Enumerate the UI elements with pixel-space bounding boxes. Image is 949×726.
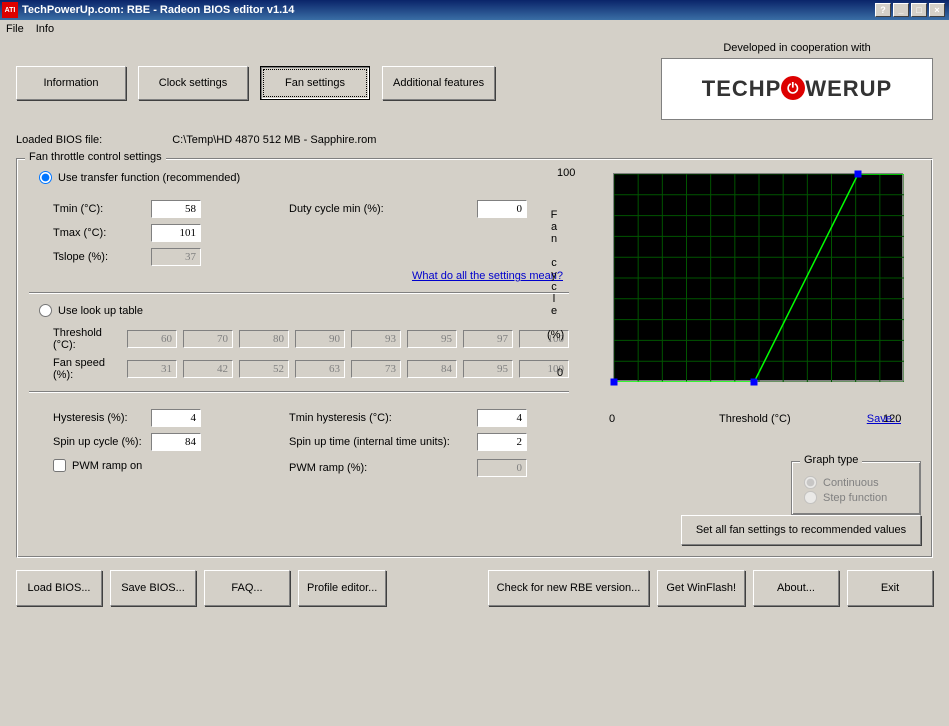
group-title: Fan throttle control settings: [25, 151, 166, 163]
loaded-bios-label: Loaded BIOS file:: [16, 134, 102, 146]
logo-area: Developed in cooperation with TECHP⏻WERU…: [661, 42, 933, 120]
threshold-input-4: [351, 330, 401, 348]
hysteresis-input[interactable]: [151, 409, 201, 427]
title-bar: ATI TechPowerUp.com: RBE - Radeon BIOS e…: [0, 0, 949, 20]
power-icon: ⏻: [781, 76, 805, 100]
tmax-input[interactable]: [151, 224, 201, 242]
threshold-input-3: [295, 330, 345, 348]
fanspeed-input-1: [183, 360, 233, 378]
radio-lookup-label: Use look up table: [58, 305, 143, 317]
fanspeed-input-6: [463, 360, 513, 378]
tmin-hyst-input[interactable]: [477, 409, 527, 427]
logo-left: TECHP: [702, 76, 782, 101]
menu-bar: File Info: [0, 20, 949, 38]
spin-time-label: Spin up time (internal time units):: [289, 436, 469, 448]
graph-type-group: Graph type Continuous Step function: [791, 461, 921, 515]
fanspeed-input-5: [407, 360, 457, 378]
logo-right: WERUP: [805, 76, 892, 101]
threshold-input-6: [463, 330, 513, 348]
techpowerup-logo: TECHP⏻WERUP: [661, 58, 933, 120]
tab-additional-features[interactable]: Additional features: [382, 66, 495, 100]
help-link[interactable]: What do all the settings mean?: [412, 270, 563, 282]
radio-transfer-function[interactable]: [39, 171, 52, 184]
faq-button[interactable]: FAQ...: [204, 570, 290, 606]
duty-label: Duty cycle min (%):: [289, 203, 469, 215]
fanspeed-input-4: [351, 360, 401, 378]
tmin-input[interactable]: [151, 200, 201, 218]
tslope-label: Tslope (%):: [53, 251, 143, 263]
maximize-button[interactable]: □: [911, 3, 927, 17]
radio-transfer-label: Use transfer function (recommended): [58, 172, 240, 184]
fan-throttle-group: Fan throttle control settings Use transf…: [16, 158, 933, 558]
spin-time-input[interactable]: [477, 433, 527, 451]
set-recommended-button[interactable]: Set all fan settings to recommended valu…: [681, 515, 921, 545]
fanspeed-input-0: [127, 360, 177, 378]
threshold-input-0: [127, 330, 177, 348]
loaded-bios-path: C:\Temp\HD 4870 512 MB - Sapphire.rom: [172, 134, 376, 146]
fanspeed-label: Fan speed (%):: [53, 357, 127, 381]
fanspeed-input-3: [295, 360, 345, 378]
logo-caption: Developed in cooperation with: [661, 42, 933, 54]
chart-point: [611, 379, 618, 386]
threshold-input-1: [183, 330, 233, 348]
radio-step: [804, 491, 817, 504]
tab-information[interactable]: Information: [16, 66, 126, 100]
tab-fan-settings[interactable]: Fan settings: [260, 66, 370, 100]
y-tick-0: 0: [557, 367, 563, 379]
pwm-ramp-label: PWM ramp (%):: [289, 462, 469, 474]
pwm-ramp-input: [477, 459, 527, 477]
tmin-label: Tmin (°C):: [53, 203, 143, 215]
save-bios-button[interactable]: Save BIOS...: [110, 570, 196, 606]
window-title: TechPowerUp.com: RBE - Radeon BIOS edito…: [22, 4, 875, 16]
y-tick-100: 100: [557, 167, 575, 179]
step-label: Step function: [823, 492, 887, 504]
help-button[interactable]: ?: [875, 3, 891, 17]
chart-point: [855, 171, 862, 178]
fan-curve-chart: F a n c y c l e (%) 100 0 0 Threshold (°…: [579, 169, 925, 407]
tmax-label: Tmax (°C):: [53, 227, 143, 239]
x-axis-title: Threshold (°C): [719, 413, 791, 425]
fanspeed-input-2: [239, 360, 289, 378]
get-winflash-button[interactable]: Get WinFlash!: [657, 570, 745, 606]
continuous-label: Continuous: [823, 477, 879, 489]
spin-cycle-label: Spin up cycle (%):: [53, 436, 143, 448]
minimize-button[interactable]: _: [893, 3, 909, 17]
threshold-label: Threshold (°C):: [53, 327, 127, 351]
check-version-button[interactable]: Check for new RBE version...: [488, 570, 650, 606]
x-tick-0: 0: [609, 413, 615, 425]
profile-editor-button[interactable]: Profile editor...: [298, 570, 386, 606]
close-button[interactable]: ×: [929, 3, 945, 17]
menu-info[interactable]: Info: [36, 23, 54, 35]
graph-save-link[interactable]: Save...: [867, 413, 901, 425]
load-bios-button[interactable]: Load BIOS...: [16, 570, 102, 606]
chart-point: [751, 379, 758, 386]
threshold-input-5: [407, 330, 457, 348]
pwm-ramp-checkbox[interactable]: [53, 459, 66, 472]
menu-file[interactable]: File: [6, 23, 24, 35]
graph-type-title: Graph type: [800, 454, 862, 466]
radio-continuous: [804, 476, 817, 489]
exit-button[interactable]: Exit: [847, 570, 933, 606]
app-icon: ATI: [2, 2, 18, 18]
spin-cycle-input[interactable]: [151, 433, 201, 451]
tmin-hyst-label: Tmin hysteresis (°C):: [289, 412, 469, 424]
about-button[interactable]: About...: [753, 570, 839, 606]
hysteresis-label: Hysteresis (%):: [53, 412, 143, 424]
tab-clock-settings[interactable]: Clock settings: [138, 66, 248, 100]
tslope-input: [151, 248, 201, 266]
radio-lookup-table[interactable]: [39, 304, 52, 317]
duty-input[interactable]: [477, 200, 527, 218]
y-axis-title: F a n c y c l e (%): [547, 209, 561, 341]
threshold-input-2: [239, 330, 289, 348]
pwm-ramp-on-label: PWM ramp on: [72, 460, 142, 472]
